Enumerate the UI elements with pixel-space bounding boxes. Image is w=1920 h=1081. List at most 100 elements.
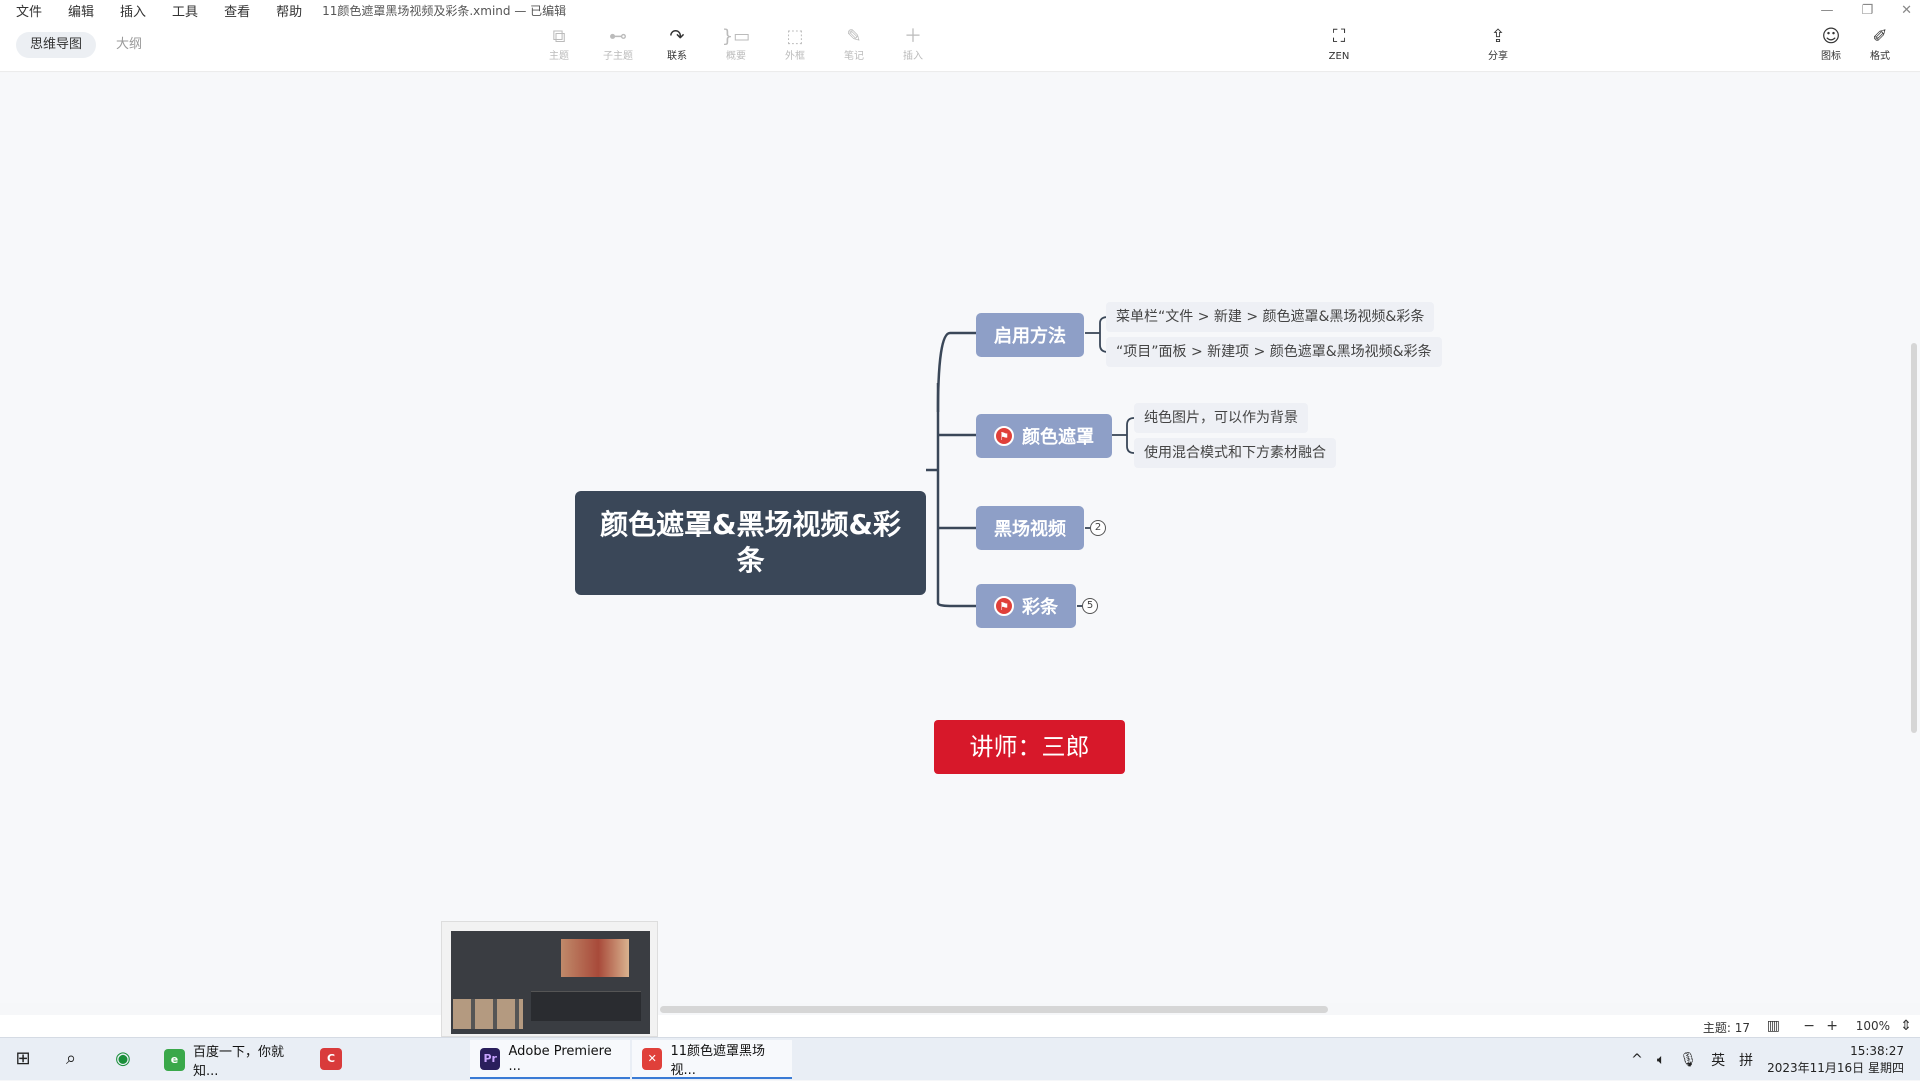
collapsed-count-badge[interactable]: 2 (1090, 520, 1106, 536)
zoom-level[interactable]: 100% (1856, 1019, 1890, 1033)
topic-button[interactable]: ⧉ 主题 (534, 24, 584, 68)
system-tray: ^ 🔈︎ 🎙︎ 英 拼 15:38:27 2023年11月16日 星期四 (1631, 1038, 1904, 1081)
relationship-icon: ↷ (669, 26, 685, 47)
zen-label: ZEN (1328, 51, 1350, 62)
subtopic-button[interactable]: ⊷ 子主题 (593, 24, 643, 68)
format-panel-label: 格式 (1870, 51, 1890, 62)
relationship-button[interactable]: ↷ 联系 (652, 24, 702, 68)
view-tabs: 思维导图 大纲 (16, 32, 156, 58)
xmind-icon: ✕ (642, 1047, 663, 1070)
restore-icon[interactable]: ❐ (1861, 3, 1873, 18)
share-button[interactable]: ⇪ 分享 (1473, 24, 1523, 68)
ime-mode[interactable]: 拼 (1739, 1050, 1753, 1070)
zen-icon: ⛶ (1332, 26, 1346, 47)
branch-label: 启用方法 (994, 326, 1066, 347)
menu-view[interactable]: 查看 (208, 1, 260, 20)
insert-button[interactable]: ＋ 插入 (888, 24, 938, 68)
boundary-label: 外框 (785, 51, 805, 62)
menu-tools[interactable]: 工具 (156, 1, 208, 20)
menu-bar: 文件 编辑 插入 工具 查看 帮助 11颜色遮罩黑场视频及彩条.xmind — … (0, 0, 1920, 20)
taskbar-app-premiere[interactable]: Pr Adobe Premiere ... (470, 1040, 630, 1079)
branch-label: 颜色遮罩 (1022, 427, 1094, 448)
taskbar-app-label: 百度一下，你就知... (192, 1044, 284, 1079)
branch-color-matte[interactable]: ⚑ 颜色遮罩 (976, 414, 1112, 458)
zoom-out-icon[interactable]: − (1803, 1018, 1815, 1034)
search-icon[interactable]: ⌕ (58, 1046, 84, 1072)
summary-icon: }▭ (721, 26, 751, 47)
topic-count: 主题: 17 (1702, 1021, 1750, 1035)
windows-start-icon[interactable]: ⊞ (10, 1046, 36, 1072)
icon-panel-label: 图标 (1821, 51, 1841, 62)
chevron-up-icon[interactable]: ^ (1631, 1052, 1643, 1068)
branch-color-bars[interactable]: ⚑ 彩条 (976, 584, 1076, 628)
zoom-stepper-icon[interactable]: ⇕ (1900, 1018, 1912, 1034)
branch-label: 黑场视频 (994, 519, 1066, 540)
speaker-icon[interactable]: 🔈︎ (1657, 1052, 1665, 1068)
connector-lines (926, 316, 1138, 608)
topic-label: 主题 (549, 51, 569, 62)
horizontal-scrollbar[interactable] (0, 1003, 1908, 1015)
taskbar-window-preview[interactable] (441, 921, 658, 1037)
ime-language[interactable]: 英 (1711, 1050, 1725, 1070)
zen-button[interactable]: ⛶ ZEN (1314, 24, 1364, 68)
central-topic[interactable]: 颜色遮罩&黑场视频&彩条 (575, 491, 926, 595)
window-controls: — ❐ ✕ (1820, 0, 1912, 20)
summary-label: 概要 (726, 51, 746, 62)
menu-insert[interactable]: 插入 (104, 1, 156, 20)
note-label: 笔记 (844, 51, 864, 62)
premiere-icon: Pr (480, 1047, 501, 1070)
boundary-button[interactable]: ⬚ 外框 (770, 24, 820, 68)
lecturer-label: 讲师：三郎 (934, 720, 1125, 774)
menu-edit[interactable]: 编辑 (52, 1, 104, 20)
leaf-blend-mode[interactable]: 使用混合模式和下方素材融合 (1134, 438, 1336, 468)
zoom-in-icon[interactable]: + (1826, 1018, 1838, 1034)
leaf-project-panel-path[interactable]: “项目”面板 > 新建项 > 颜色遮罩&黑场视频&彩条 (1106, 337, 1442, 367)
edge-dev-icon[interactable]: ◉ (110, 1046, 136, 1072)
status-bar: 主题: 17 ▥ − + 100% ⇕ (0, 1015, 1920, 1037)
browser-360-icon: e (164, 1048, 185, 1071)
branch-label: 彩条 (1022, 597, 1058, 618)
collapsed-count-badge[interactable]: 5 (1082, 598, 1098, 614)
flag-icon: ⚑ (994, 596, 1014, 616)
taskbar-app-browser[interactable]: e 百度一下，你就知... (154, 1040, 314, 1079)
menu-help[interactable]: 帮助 (260, 1, 312, 20)
tab-outline[interactable]: 大纲 (102, 32, 156, 58)
note-icon: ✎ (846, 26, 862, 47)
clock[interactable]: 15:38:27 2023年11月16日 星期四 (1767, 1043, 1904, 1077)
icon-panel-button[interactable]: ☺ 图标 (1806, 24, 1856, 68)
leaf-solid-image[interactable]: 纯色图片，可以作为背景 (1134, 403, 1308, 433)
tab-mindmap[interactable]: 思维导图 (16, 32, 97, 58)
close-icon[interactable]: ✕ (1901, 3, 1912, 18)
taskbar-app-label: Adobe Premiere ... (508, 1043, 612, 1074)
boundary-icon: ⬚ (786, 26, 804, 47)
recorder-app-icon[interactable]: C (318, 1046, 344, 1072)
note-button[interactable]: ✎ 笔记 (829, 24, 879, 68)
format-panel-button[interactable]: ✐ 格式 (1855, 24, 1905, 68)
branch-enable-method[interactable]: 启用方法 (976, 313, 1084, 357)
branch-black-video[interactable]: 黑场视频 (976, 506, 1084, 550)
subtopic-label: 子主题 (603, 51, 633, 62)
subtopic-icon: ⊷ (609, 26, 627, 47)
format-brush-icon: ✐ (1872, 26, 1888, 47)
vertical-scrollbar[interactable] (1908, 73, 1920, 1003)
map-icon[interactable]: ▥ (1767, 1018, 1780, 1034)
leaf-menu-path[interactable]: 菜单栏“文件 > 新建 > 颜色遮罩&黑场视频&彩条 (1106, 302, 1435, 332)
summary-button[interactable]: }▭ 概要 (711, 24, 761, 68)
plus-icon: ＋ (904, 26, 922, 47)
minimize-icon[interactable]: — (1820, 3, 1833, 18)
taskbar-app-label: 11颜色遮罩黑场视... (670, 1043, 765, 1078)
microphone-icon[interactable]: 🎙︎ (1679, 1052, 1697, 1068)
share-label: 分享 (1488, 51, 1508, 62)
taskbar-app-xmind[interactable]: ✕ 11颜色遮罩黑场视... (632, 1040, 792, 1079)
relationship-label: 联系 (667, 51, 687, 62)
flag-icon: ⚑ (994, 426, 1014, 446)
toolbar: 思维导图 大纲 ⧉ 主题 ⊷ 子主题 ↷ 联系 }▭ 概要 ⬚ 外框 ✎ 笔记 … (0, 20, 1920, 72)
menu-file[interactable]: 文件 (0, 1, 52, 20)
premiere-preview-thumbnail (451, 931, 650, 1034)
clock-date: 2023年11月16日 星期四 (1767, 1060, 1904, 1075)
window-title: 11颜色遮罩黑场视频及彩条.xmind — 已编辑 (322, 3, 567, 18)
topic-icon: ⧉ (552, 26, 566, 47)
insert-label: 插入 (903, 51, 923, 62)
clock-time: 15:38:27 (1850, 1043, 1904, 1058)
mindmap-canvas[interactable]: 颜色遮罩&黑场视频&彩条 启用方法 菜单栏“文件 > 新建 > 颜色遮罩&黑场视… (0, 73, 1908, 1003)
